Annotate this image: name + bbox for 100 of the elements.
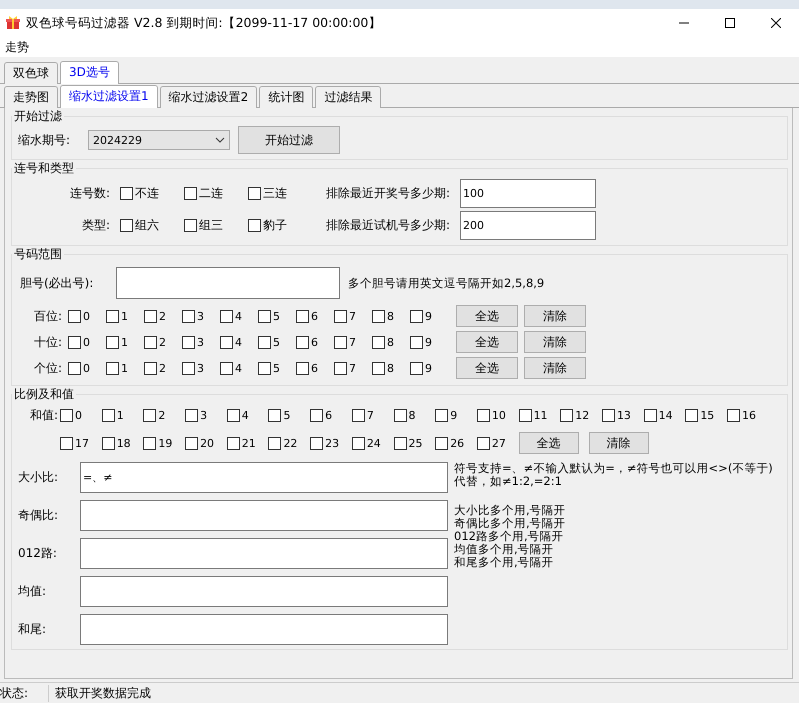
checkbox[interactable] — [68, 310, 81, 322]
input-field[interactable]: 100 — [460, 178, 596, 208]
checkbox[interactable] — [220, 362, 233, 374]
checkbox[interactable] — [394, 436, 406, 450]
action-button[interactable]: 清除 — [524, 357, 586, 379]
checkbox[interactable] — [102, 436, 115, 450]
checkbox[interactable] — [334, 310, 347, 322]
checkbox[interactable] — [352, 436, 365, 450]
checkbox[interactable] — [296, 336, 309, 348]
tab[interactable]: 缩水过滤设置1 — [60, 85, 158, 108]
checkbox[interactable] — [518, 409, 532, 422]
checkbox[interactable] — [143, 409, 156, 422]
checkbox[interactable] — [310, 436, 324, 450]
input-field[interactable] — [116, 267, 340, 299]
checkbox[interactable] — [372, 362, 385, 374]
input-field[interactable] — [80, 576, 448, 607]
checkbox[interactable] — [184, 186, 197, 200]
checkbox[interactable] — [372, 310, 385, 322]
maximize-icon[interactable] — [725, 18, 735, 28]
checkbox[interactable] — [182, 310, 195, 322]
checkbox[interactable] — [435, 436, 448, 450]
action-button[interactable]: 全选 — [518, 432, 579, 454]
checkbox[interactable] — [248, 186, 261, 200]
checkbox[interactable] — [106, 362, 119, 374]
checkbox[interactable] — [182, 362, 195, 374]
checkbox-label: 2 — [158, 409, 166, 422]
checkbox[interactable] — [268, 436, 282, 450]
tab[interactable]: 过滤结果 — [315, 86, 382, 108]
checkbox[interactable] — [182, 336, 195, 348]
checkbox[interactable] — [106, 336, 119, 348]
checkbox-label: 11 — [534, 409, 548, 422]
checkbox[interactable] — [220, 310, 233, 322]
checkbox[interactable] — [602, 409, 615, 422]
close-icon[interactable] — [771, 18, 781, 28]
checkbox[interactable] — [185, 409, 198, 422]
tab[interactable]: 统计图 — [259, 86, 314, 108]
checkbox[interactable] — [226, 436, 240, 450]
checkbox[interactable] — [296, 310, 309, 322]
checkbox[interactable] — [144, 310, 157, 322]
checkbox[interactable] — [248, 218, 261, 232]
action-button[interactable]: 清除 — [524, 331, 586, 353]
checkbox[interactable] — [410, 310, 423, 322]
checkbox[interactable] — [68, 362, 81, 374]
checkbox-label: 8 — [387, 310, 394, 322]
input-field[interactable] — [80, 538, 448, 569]
checkbox[interactable] — [143, 436, 156, 450]
input-field[interactable] — [80, 500, 448, 531]
checkbox[interactable] — [68, 336, 81, 348]
tab[interactable]: 走势图 — [4, 86, 58, 108]
checkbox[interactable] — [268, 409, 282, 422]
checkbox[interactable] — [435, 409, 448, 422]
checkbox[interactable] — [372, 336, 385, 348]
checkbox[interactable] — [560, 409, 574, 422]
checkbox[interactable] — [352, 409, 365, 422]
checkbox-label: 18 — [116, 436, 131, 450]
checkbox[interactable] — [394, 409, 406, 422]
checkbox-label: 0 — [83, 336, 90, 348]
issue-dropdown[interactable]: 2024229 — [88, 130, 230, 150]
tab[interactable]: 双色球 — [4, 62, 58, 84]
input-field[interactable]: 200 — [460, 210, 596, 240]
checkbox[interactable] — [296, 362, 309, 374]
checkbox[interactable] — [60, 409, 73, 422]
checkbox[interactable] — [258, 310, 271, 322]
checkbox-label: 5 — [273, 336, 280, 348]
checkbox[interactable] — [727, 409, 740, 422]
checkbox[interactable] — [310, 409, 324, 422]
checkbox[interactable] — [644, 409, 657, 422]
group-title: 连号和类型 — [13, 160, 75, 177]
checkbox[interactable] — [220, 336, 233, 348]
action-button[interactable]: 全选 — [456, 305, 518, 327]
checkbox[interactable] — [60, 436, 73, 450]
checkbox[interactable] — [120, 218, 133, 232]
tab[interactable]: 3D选号 — [60, 61, 119, 84]
action-button[interactable]: 全选 — [456, 331, 518, 353]
checkbox[interactable] — [258, 362, 271, 374]
input-field[interactable] — [80, 614, 448, 645]
checkbox[interactable] — [476, 436, 490, 450]
checkbox[interactable] — [184, 218, 197, 232]
tab[interactable]: 缩水过滤设置2 — [160, 86, 258, 108]
checkbox[interactable] — [144, 336, 157, 348]
action-button[interactable]: 清除 — [588, 432, 649, 454]
action-button[interactable]: 清除 — [524, 305, 586, 327]
checkbox[interactable] — [476, 409, 490, 422]
checkbox[interactable] — [334, 362, 347, 374]
checkbox[interactable] — [334, 336, 347, 348]
checkbox[interactable] — [410, 336, 423, 348]
checkbox[interactable] — [144, 362, 157, 374]
checkbox-label: 1 — [121, 310, 128, 322]
checkbox[interactable] — [410, 362, 423, 374]
checkbox[interactable] — [106, 310, 119, 322]
checkbox[interactable] — [120, 186, 133, 200]
action-button[interactable]: 全选 — [456, 357, 518, 379]
checkbox[interactable] — [685, 409, 698, 422]
checkbox[interactable] — [185, 436, 198, 450]
checkbox[interactable] — [102, 409, 115, 422]
input-field[interactable]: =、≠ — [80, 462, 448, 493]
menu-item[interactable]: 走势 — [3, 38, 31, 56]
checkbox[interactable] — [258, 336, 271, 348]
checkbox[interactable] — [226, 409, 240, 422]
start-filter-button[interactable]: 开始过滤 — [238, 126, 340, 154]
